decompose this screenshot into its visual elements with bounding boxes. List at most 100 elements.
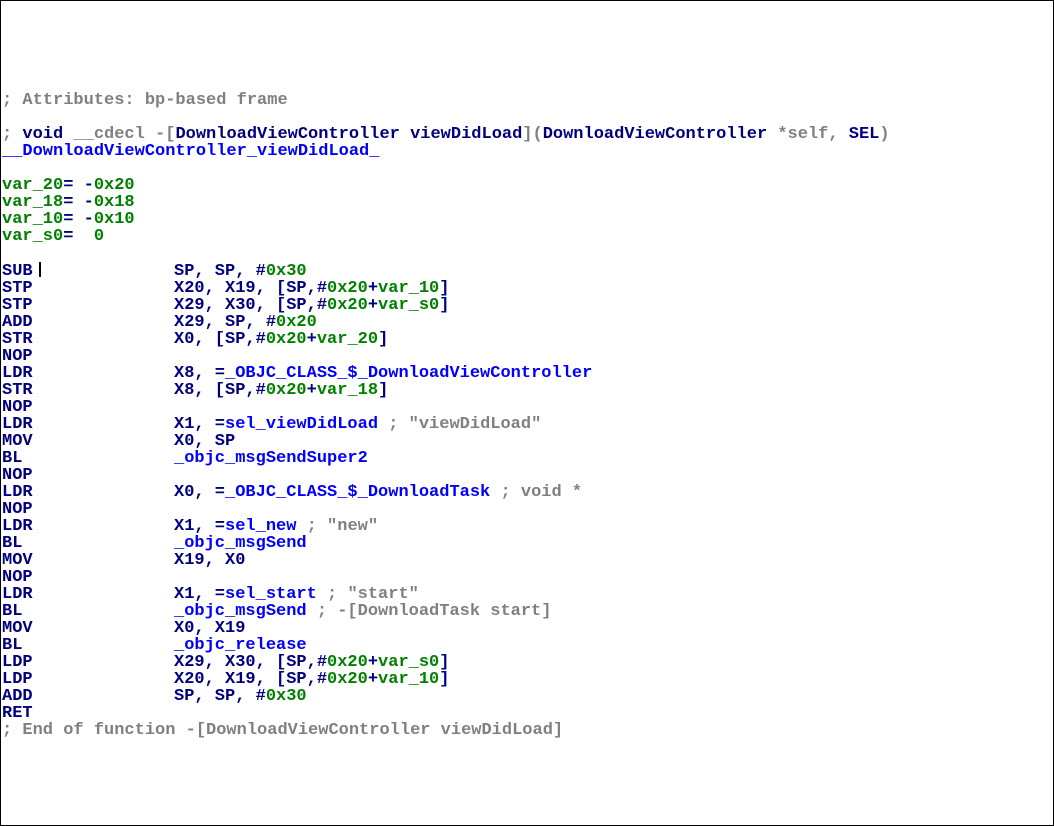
mnemonic: NOP xyxy=(2,348,174,365)
code-line[interactable]: var_10= -0x10 xyxy=(2,211,1052,228)
operand: X19, X0 xyxy=(174,551,245,570)
disassembly-listing: ; Attributes: bp-based frame ; void __cd… xyxy=(2,75,1052,739)
mnemonic: BL xyxy=(2,637,174,654)
code-line[interactable]: STPX29, X30, [SP,#0x20+var_s0] xyxy=(2,297,1052,314)
mnemonic: STR xyxy=(2,331,174,348)
operand: ] xyxy=(439,670,449,689)
code-line[interactable]: STRX8, [SP,#0x20+var_18] xyxy=(2,382,1052,399)
arg-type: SEL xyxy=(849,125,880,144)
mnemonic: ADD xyxy=(2,314,174,331)
arg-type: DownloadViewController xyxy=(543,125,767,144)
code-line[interactable]: LDRX0, =_OBJC_CLASS_$_DownloadTask ; voi… xyxy=(2,484,1052,501)
code-line[interactable]: LDRX8, =_OBJC_CLASS_$_DownloadViewContro… xyxy=(2,365,1052,382)
mnemonic: MOV xyxy=(2,433,174,450)
operand: ] xyxy=(378,381,388,400)
operand: + xyxy=(368,296,378,315)
operand: ; "viewDidLoad" xyxy=(378,415,541,434)
code-line[interactable]: var_20= -0x20 xyxy=(2,177,1052,194)
comment-text: ]( xyxy=(522,125,542,144)
code-line[interactable]: LDPX29, X30, [SP,#0x20+var_s0] xyxy=(2,654,1052,671)
code-line[interactable]: ; End of function -[DownloadViewControll… xyxy=(2,722,1052,739)
text-cursor xyxy=(39,262,41,277)
operand: var_s0 xyxy=(378,296,439,315)
code-line[interactable]: ADDX29, SP, #0x20 xyxy=(2,314,1052,331)
operand: ; void * xyxy=(490,483,582,502)
code-line[interactable]: MOVX0, SP xyxy=(2,433,1052,450)
operand: 0x20 xyxy=(266,381,307,400)
mnemonic: LDR xyxy=(2,586,174,603)
operand: ] xyxy=(378,330,388,349)
code-line[interactable]: STPX20, X19, [SP,#0x20+var_10] xyxy=(2,280,1052,297)
mnemonic: STP xyxy=(2,280,174,297)
mnemonic: SUB xyxy=(2,262,174,280)
mnemonic: NOP xyxy=(2,501,174,518)
mnemonic: LDP xyxy=(2,671,174,688)
code-line[interactable]: STRX0, [SP,#0x20+var_20] xyxy=(2,331,1052,348)
code-line[interactable]: var_s0= 0 xyxy=(2,228,1052,245)
comment-text: ) xyxy=(879,125,889,144)
code-line[interactable]: NOP xyxy=(2,501,1052,518)
code-line[interactable] xyxy=(2,160,1052,177)
code-line[interactable]: __DownloadViewController_viewDidLoad_ xyxy=(2,143,1052,160)
operand[interactable]: _OBJC_CLASS_$_DownloadTask xyxy=(225,483,490,502)
code-line[interactable]: ; Attributes: bp-based frame xyxy=(2,92,1052,109)
operand: + xyxy=(307,381,317,400)
operand: X0, = xyxy=(174,483,225,502)
code-line[interactable]: LDRX1, =sel_new ; "new" xyxy=(2,518,1052,535)
mnemonic: LDR xyxy=(2,416,174,433)
code-line[interactable]: SUBSP, SP, #0x30 xyxy=(2,262,1052,280)
mnemonic: BL xyxy=(2,450,174,467)
operand: ; "new" xyxy=(296,517,378,536)
code-line[interactable]: NOP xyxy=(2,348,1052,365)
code-line[interactable]: RET xyxy=(2,705,1052,722)
code-line[interactable]: BL_objc_msgSend xyxy=(2,535,1052,552)
operand: var_20 xyxy=(317,330,378,349)
code-line[interactable]: NOP xyxy=(2,569,1052,586)
mnemonic: STR xyxy=(2,382,174,399)
code-line[interactable]: MOVX19, X0 xyxy=(2,552,1052,569)
operand[interactable]: sel_viewDidLoad xyxy=(225,415,378,434)
end-of-function-comment: ; End of function -[DownloadViewControll… xyxy=(2,721,563,740)
equals: = xyxy=(63,227,94,246)
operand: ; -[DownloadTask start] xyxy=(307,602,552,621)
code-line[interactable] xyxy=(2,109,1052,126)
mnemonic: ADD xyxy=(2,688,174,705)
operand: ] xyxy=(439,296,449,315)
mnemonic: NOP xyxy=(2,467,174,484)
mnemonic: LDR xyxy=(2,484,174,501)
operand: X0, [SP,# xyxy=(174,330,266,349)
operand: X8, [SP,# xyxy=(174,381,266,400)
code-line[interactable]: BL_objc_release xyxy=(2,637,1052,654)
operand[interactable]: _objc_msgSendSuper2 xyxy=(174,449,368,468)
code-line[interactable]: MOVX0, X19 xyxy=(2,620,1052,637)
code-line[interactable]: NOP xyxy=(2,399,1052,416)
code-line[interactable]: ; void __cdecl -[DownloadViewController … xyxy=(2,126,1052,143)
code-line[interactable]: LDRX1, =sel_viewDidLoad ; "viewDidLoad" xyxy=(2,416,1052,433)
function-label: __DownloadViewController_viewDidLoad_ xyxy=(2,142,379,161)
comment-text: *self, xyxy=(767,125,849,144)
code-line[interactable]: var_18= -0x18 xyxy=(2,194,1052,211)
operand: SP, SP, # xyxy=(174,687,266,706)
operand: + xyxy=(307,330,317,349)
operand: var_18 xyxy=(317,381,378,400)
mnemonic: LDP xyxy=(2,654,174,671)
code-line[interactable]: BL_objc_msgSendSuper2 xyxy=(2,450,1052,467)
operand: 0x20 xyxy=(266,330,307,349)
code-line[interactable]: LDRX1, =sel_start ; "start" xyxy=(2,586,1052,603)
operand: + xyxy=(368,670,378,689)
code-line[interactable] xyxy=(2,75,1052,92)
mnemonic: RET xyxy=(2,705,174,722)
mnemonic: LDR xyxy=(2,518,174,535)
mnemonic: BL xyxy=(2,603,174,620)
code-line[interactable]: LDPX20, X19, [SP,#0x20+var_10] xyxy=(2,671,1052,688)
code-line[interactable]: ADDSP, SP, #0x30 xyxy=(2,688,1052,705)
mnemonic: MOV xyxy=(2,620,174,637)
operand: 0x20 xyxy=(327,296,368,315)
mnemonic: NOP xyxy=(2,399,174,416)
mnemonic: MOV xyxy=(2,552,174,569)
operand: 0x20 xyxy=(327,670,368,689)
code-line[interactable]: NOP xyxy=(2,467,1052,484)
code-line[interactable] xyxy=(2,245,1052,262)
mnemonic: LDR xyxy=(2,365,174,382)
code-line[interactable]: BL_objc_msgSend ; -[DownloadTask start] xyxy=(2,603,1052,620)
